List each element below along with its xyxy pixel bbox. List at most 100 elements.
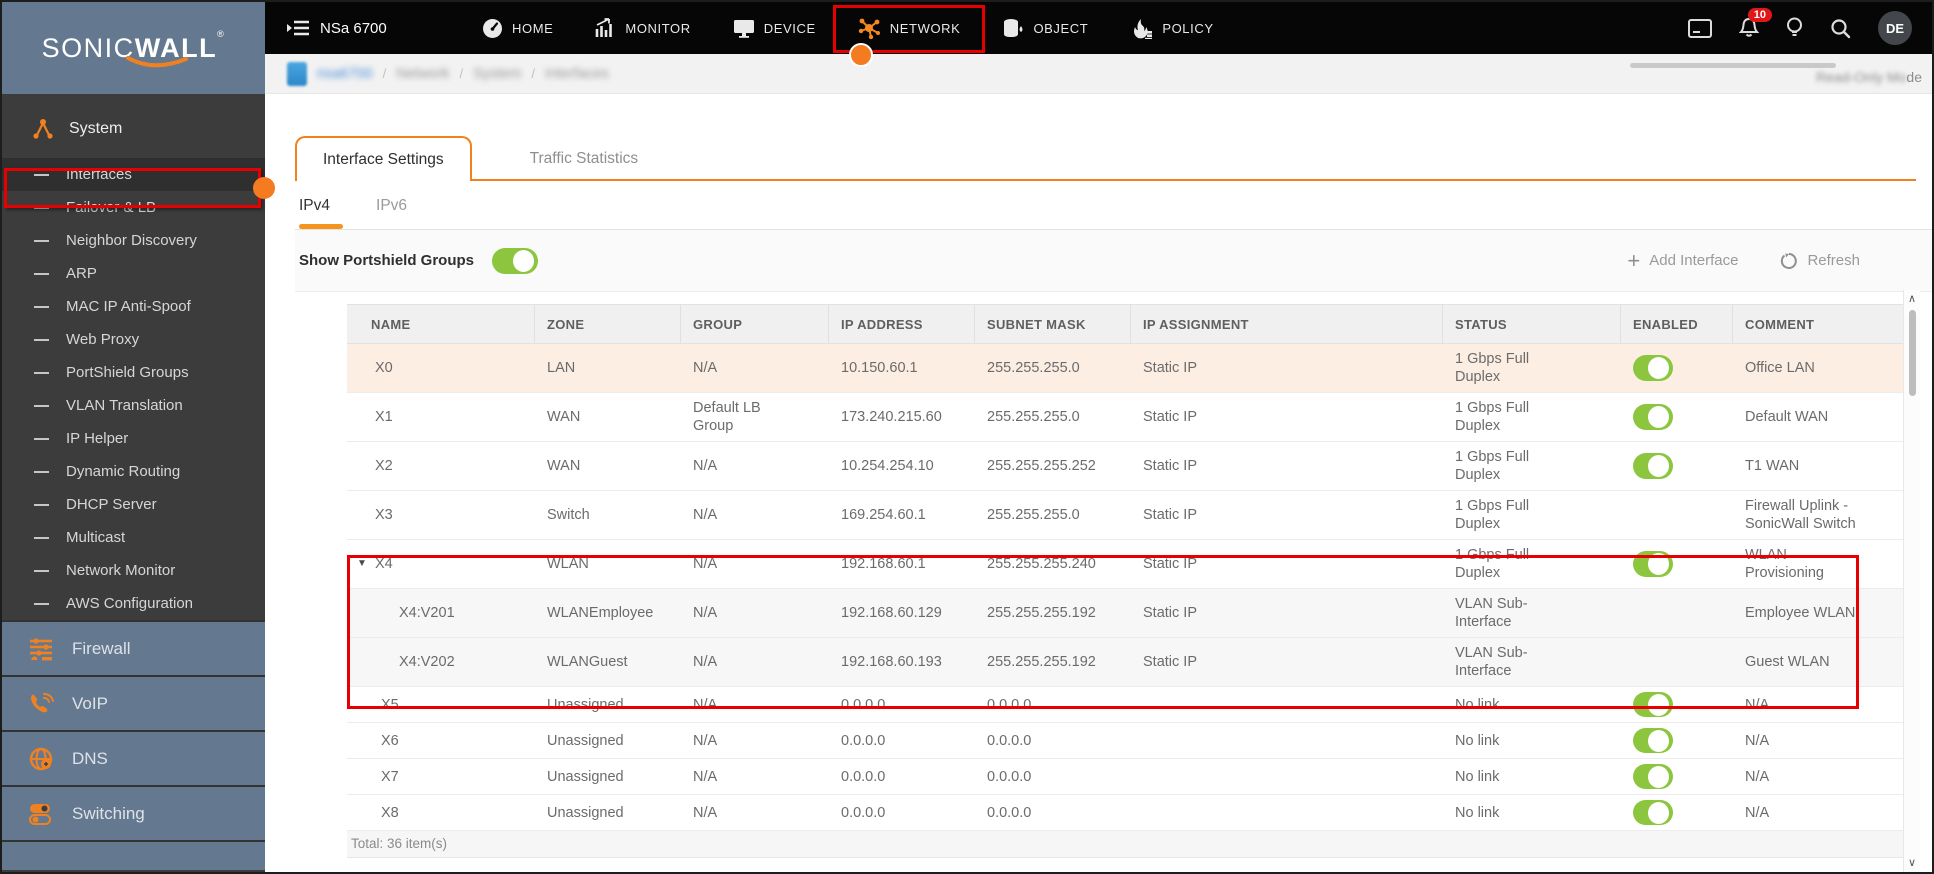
column-header[interactable]: ENABLED [1621, 305, 1733, 343]
user-avatar[interactable]: DE [1878, 11, 1912, 45]
sidebar-item[interactable]: Dynamic Routing [2, 455, 265, 488]
enabled-cell [1621, 496, 1733, 534]
breadcrumb-segment[interactable]: Network [396, 66, 449, 82]
expand-arrow-icon[interactable]: ▼ [353, 555, 375, 573]
scroll-up-icon[interactable]: ∧ [1904, 292, 1920, 306]
policy-flame-icon [1134, 18, 1153, 39]
breadcrumb-segment[interactable]: nsa6700 [317, 66, 373, 82]
enabled-toggle[interactable] [1633, 728, 1673, 753]
ip-address-cell: 173.240.215.60 [841, 409, 942, 425]
breadcrumb-segment[interactable]: Interfaces [545, 66, 609, 82]
toggle-knob [513, 249, 535, 272]
name-cell: X7 [347, 763, 535, 791]
sidebar-item[interactable]: Web Proxy [2, 323, 265, 356]
enabled-toggle[interactable] [1633, 800, 1673, 825]
column-header[interactable]: COMMENT [1733, 305, 1905, 343]
ip-assignment-cell: Static IP [1143, 360, 1197, 376]
table-row[interactable]: X3 Switch N/A 169.254.60.1 255.255.255.0… [347, 491, 1905, 540]
enabled-toggle[interactable] [1633, 764, 1673, 789]
ip-address-cell: 192.168.60.1 [841, 556, 926, 572]
column-header[interactable]: SUBNET MASK [975, 305, 1131, 343]
nav-label: DEVICE [763, 20, 816, 36]
horizontal-scrollbar[interactable] [1630, 63, 1836, 68]
enabled-toggle[interactable] [1633, 404, 1673, 430]
ip-assignment-cell: Static IP [1143, 409, 1197, 425]
sidebar-item[interactable]: MAC IP Anti-Spoof [2, 290, 265, 323]
sidebar-item[interactable]: Failover & LB [2, 191, 265, 224]
refresh-label: Refresh [1807, 252, 1860, 269]
column-header[interactable]: ZONE [535, 305, 681, 343]
sidebar-group-voip[interactable]: VoIP [2, 675, 265, 730]
sidebar-item[interactable]: ARP [2, 257, 265, 290]
name-cell: X1 [347, 402, 535, 432]
table-row[interactable]: X7 Unassigned N/A 0.0.0.0 0.0.0.0 No lin… [347, 759, 1905, 795]
table-header: NAME ZONE GROUP IP ADDRESS SUBNET MASK I… [347, 304, 1905, 344]
table-row[interactable]: X0 LAN N/A 10.150.60.1 255.255.255.0 Sta… [347, 344, 1905, 393]
enabled-toggle[interactable] [1633, 355, 1673, 381]
sidebar-section-system[interactable]: System [2, 94, 265, 150]
column-header[interactable]: NAME [347, 305, 535, 343]
column-header[interactable]: STATUS [1443, 305, 1621, 343]
enabled-cell [1621, 795, 1733, 830]
subtab-ipv4[interactable]: IPv4 [299, 197, 344, 229]
sidebar-item[interactable]: Interfaces [2, 158, 265, 191]
breadcrumb-segment[interactable]: System [473, 66, 521, 82]
table-row[interactable]: X6 Unassigned N/A 0.0.0.0 0.0.0.0 No lin… [347, 723, 1905, 759]
sidebar-item[interactable]: AWS Configuration [2, 587, 265, 620]
sidebar-group-switching[interactable]: Switching [2, 785, 265, 840]
scrollbar-thumb[interactable] [1909, 310, 1916, 396]
column-header[interactable]: IP ADDRESS [829, 305, 975, 343]
sidebar: SONICWALL® System Interfaces Failover & … [2, 2, 265, 872]
nav-item-home[interactable]: HOME [461, 2, 574, 54]
enabled-cell [1621, 398, 1733, 436]
table-row[interactable]: X1 WAN Default LB Group 173.240.215.60 2… [347, 393, 1905, 442]
nav-item-device[interactable]: DEVICE [712, 2, 837, 54]
table-row[interactable]: X5 Unassigned N/A 0.0.0.0 0.0.0.0 No lin… [347, 687, 1905, 723]
ip-assignment-cell [1131, 772, 1443, 782]
toolbar-actions: + Add Interface Refresh [1627, 249, 1860, 272]
add-interface-button[interactable]: + Add Interface [1627, 249, 1738, 272]
sidebar-item[interactable]: DHCP Server [2, 488, 265, 521]
subtab-ipv6[interactable]: IPv6 [376, 197, 407, 229]
lightbulb-icon[interactable] [1786, 17, 1803, 39]
status-cell: 1 Gbps Full Duplex [1455, 449, 1530, 483]
enabled-toggle[interactable] [1633, 551, 1673, 577]
sidebar-group-firewall[interactable]: Firewall [2, 620, 265, 675]
table-row[interactable]: X4:V201 WLANEmployee N/A 192.168.60.129 … [347, 589, 1905, 638]
sidebar-item[interactable]: Multicast [2, 521, 265, 554]
vertical-scrollbar[interactable]: ∧ ∨ [1903, 290, 1920, 872]
name-cell: X4:V202 [347, 647, 535, 677]
table-row[interactable]: X8 Unassigned N/A 0.0.0.0 0.0.0.0 No lin… [347, 795, 1905, 831]
console-icon[interactable] [1688, 18, 1712, 38]
sidebar-collapse-cluster[interactable]: NSa 6700 [265, 20, 461, 37]
column-header[interactable]: GROUP [681, 305, 829, 343]
notification-badge: 10 [1747, 8, 1772, 22]
sidebar-item[interactable]: Network Monitor [2, 554, 265, 587]
nav-item-network[interactable]: NETWORK [832, 2, 986, 67]
search-icon[interactable] [1830, 18, 1851, 39]
name-cell: X6 [347, 727, 535, 755]
enabled-toggle[interactable] [1633, 692, 1673, 717]
nav-item-monitor[interactable]: MONITOR [574, 2, 711, 54]
table-row[interactable]: ▼ X4 WLAN N/A 192.168.60.1 255.255.255.24… [347, 540, 1905, 589]
sidebar-item[interactable]: Neighbor Discovery [2, 224, 265, 257]
scroll-down-icon[interactable]: ∨ [1904, 856, 1920, 870]
portshield-groups-toggle[interactable] [492, 247, 539, 274]
sidebar-group-dns[interactable]: DNS [2, 730, 265, 785]
column-header[interactable]: IP ASSIGNMENT [1131, 305, 1443, 343]
sidebar-item[interactable]: IP Helper [2, 422, 265, 455]
table-toolbar: Show Portshield Groups + Add Interface R… [295, 230, 1932, 292]
sidebar-item[interactable]: VLAN Translation [2, 389, 265, 422]
table-row[interactable]: X2 WAN N/A 10.254.254.10 255.255.255.252… [347, 442, 1905, 491]
zone-cell: Unassigned [547, 768, 624, 785]
table-row[interactable]: X4:V202 WLANGuest N/A 192.168.60.193 255… [347, 638, 1905, 687]
tab-traffic-statistics[interactable]: Traffic Statistics [472, 136, 697, 181]
enabled-toggle[interactable] [1633, 453, 1673, 479]
nav-item-object[interactable]: OBJECT [981, 2, 1109, 54]
refresh-button[interactable]: Refresh [1780, 252, 1860, 270]
sidebar-item[interactable]: PortShield Groups [2, 356, 265, 389]
notifications-bell-icon[interactable]: 10 [1739, 8, 1772, 39]
comment-cell: N/A [1745, 696, 1770, 713]
nav-item-policy[interactable]: POLICY [1109, 2, 1234, 54]
tab-interface-settings[interactable]: Interface Settings [295, 136, 472, 183]
